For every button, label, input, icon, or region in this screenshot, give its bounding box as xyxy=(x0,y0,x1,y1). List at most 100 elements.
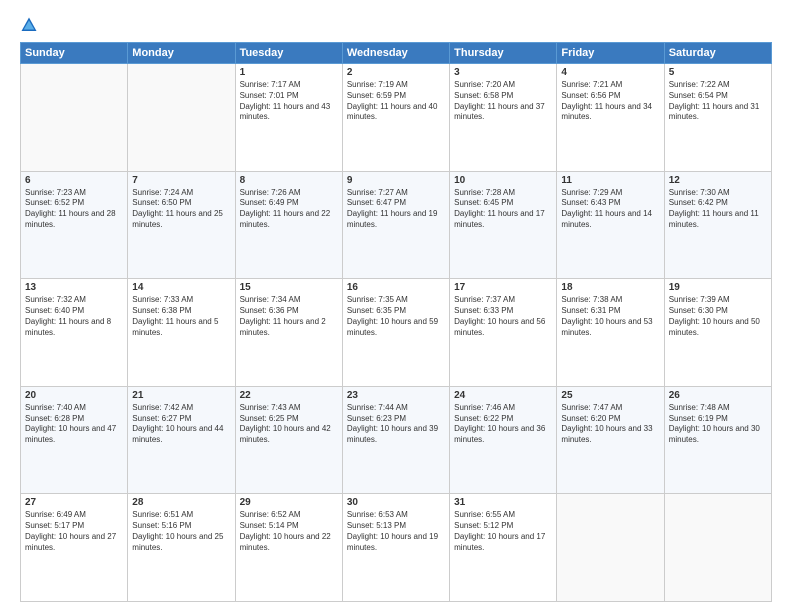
calendar-cell: 10Sunrise: 7:28 AM Sunset: 6:45 PM Dayli… xyxy=(450,171,557,279)
cell-content: Sunrise: 7:33 AM Sunset: 6:38 PM Dayligh… xyxy=(132,295,230,338)
cell-content: Sunrise: 7:35 AM Sunset: 6:35 PM Dayligh… xyxy=(347,295,445,338)
calendar-cell: 24 Sunrise: 7:46 AM Sunset: 6:22 PM Dayli… xyxy=(450,386,557,494)
calendar-cell: 21 Sunrise: 7:42 AM Sunset: 6:27 PM Dayli… xyxy=(128,386,235,494)
calendar-cell: 2 Sunrise: 7:19 AM Sunset: 6:59 PM Daylig… xyxy=(342,64,449,172)
day-number: 29 xyxy=(240,497,338,508)
calendar-cell: 13Sunrise: 7:32 AM Sunset: 6:40 PM Dayli… xyxy=(21,279,128,387)
cell-content: Sunrise: 7:20 AM Sunset: 6:58 PM Dayligh… xyxy=(454,80,552,123)
day-number: 26 xyxy=(669,390,767,401)
cell-content: Sunrise: 7:22 AM Sunset: 6:54 PM Dayligh… xyxy=(669,80,767,123)
calendar-cell: 18 Sunrise: 7:38 AM Sunset: 6:31 PM Dayli… xyxy=(557,279,664,387)
calendar-cell xyxy=(21,64,128,172)
calendar-cell: 14 Sunrise: 7:33 AM Sunset: 6:38 PM Dayli… xyxy=(128,279,235,387)
calendar-cell xyxy=(664,494,771,602)
day-number: 23 xyxy=(347,390,445,401)
calendar-cell: 3 Sunrise: 7:20 AM Sunset: 6:58 PM Daylig… xyxy=(450,64,557,172)
cell-content: Sunrise: 7:40 AM Sunset: 6:28 PM Dayligh… xyxy=(25,403,123,446)
calendar-week-row: 1Sunrise: 7:17 AM Sunset: 7:01 PM Daylig… xyxy=(21,64,772,172)
calendar-week-row: 6 Sunrise: 7:23 AM Sunset: 6:52 PM Daylig… xyxy=(21,171,772,279)
day-number: 30 xyxy=(347,497,445,508)
calendar-cell: 8Sunrise: 7:26 AM Sunset: 6:49 PM Daylig… xyxy=(235,171,342,279)
day-number: 3 xyxy=(454,67,552,78)
calendar-table: SundayMondayTuesdayWednesdayThursdayFrid… xyxy=(20,42,772,602)
cell-content: Sunrise: 6:53 AM Sunset: 5:13 PM Dayligh… xyxy=(347,510,445,553)
weekday-header: Sunday xyxy=(21,43,128,64)
calendar-header-row: SundayMondayTuesdayWednesdayThursdayFrid… xyxy=(21,43,772,64)
day-number: 6 xyxy=(25,175,123,186)
calendar-cell: 6 Sunrise: 7:23 AM Sunset: 6:52 PM Daylig… xyxy=(21,171,128,279)
calendar-cell xyxy=(557,494,664,602)
calendar-cell: 4 Sunrise: 7:21 AM Sunset: 6:56 PM Daylig… xyxy=(557,64,664,172)
cell-content: Sunrise: 6:49 AM Sunset: 5:17 PM Dayligh… xyxy=(25,510,123,553)
cell-content: Sunrise: 7:43 AM Sunset: 6:25 PM Dayligh… xyxy=(240,403,338,446)
day-number: 21 xyxy=(132,390,230,401)
cell-content: Sunrise: 7:30 AM Sunset: 6:42 PM Dayligh… xyxy=(669,188,767,231)
calendar-cell: 17Sunrise: 7:37 AM Sunset: 6:33 PM Dayli… xyxy=(450,279,557,387)
day-number: 8 xyxy=(240,175,338,186)
calendar-cell: 26 Sunrise: 7:48 AM Sunset: 6:19 PM Dayli… xyxy=(664,386,771,494)
calendar-cell: 1Sunrise: 7:17 AM Sunset: 7:01 PM Daylig… xyxy=(235,64,342,172)
weekday-header: Thursday xyxy=(450,43,557,64)
day-number: 14 xyxy=(132,282,230,293)
logo xyxy=(20,16,42,34)
weekday-header: Friday xyxy=(557,43,664,64)
calendar-cell: 29 Sunrise: 6:52 AM Sunset: 5:14 PM Dayli… xyxy=(235,494,342,602)
day-number: 22 xyxy=(240,390,338,401)
cell-content: Sunrise: 7:47 AM Sunset: 6:20 PM Dayligh… xyxy=(561,403,659,446)
day-number: 12 xyxy=(669,175,767,186)
day-number: 27 xyxy=(25,497,123,508)
cell-content: Sunrise: 7:27 AM Sunset: 6:47 PM Dayligh… xyxy=(347,188,445,231)
calendar-cell: 22 Sunrise: 7:43 AM Sunset: 6:25 PM Dayli… xyxy=(235,386,342,494)
day-number: 20 xyxy=(25,390,123,401)
calendar-cell: 28Sunrise: 6:51 AM Sunset: 5:16 PM Dayli… xyxy=(128,494,235,602)
cell-content: Sunrise: 7:21 AM Sunset: 6:56 PM Dayligh… xyxy=(561,80,659,123)
page: SundayMondayTuesdayWednesdayThursdayFrid… xyxy=(0,0,792,612)
calendar-cell: 25 Sunrise: 7:47 AM Sunset: 6:20 PM Dayli… xyxy=(557,386,664,494)
calendar-cell: 11 Sunrise: 7:29 AM Sunset: 6:43 PM Dayli… xyxy=(557,171,664,279)
cell-content: Sunrise: 6:52 AM Sunset: 5:14 PM Dayligh… xyxy=(240,510,338,553)
calendar-cell: 19 Sunrise: 7:39 AM Sunset: 6:30 PM Dayli… xyxy=(664,279,771,387)
day-number: 15 xyxy=(240,282,338,293)
day-number: 5 xyxy=(669,67,767,78)
cell-content: Sunrise: 7:42 AM Sunset: 6:27 PM Dayligh… xyxy=(132,403,230,446)
header xyxy=(20,16,772,34)
cell-content: Sunrise: 6:55 AM Sunset: 5:12 PM Dayligh… xyxy=(454,510,552,553)
day-number: 13 xyxy=(25,282,123,293)
calendar-cell: 9Sunrise: 7:27 AM Sunset: 6:47 PM Daylig… xyxy=(342,171,449,279)
calendar-cell: 30 Sunrise: 6:53 AM Sunset: 5:13 PM Dayli… xyxy=(342,494,449,602)
day-number: 11 xyxy=(561,175,659,186)
logo-icon xyxy=(20,16,38,34)
day-number: 4 xyxy=(561,67,659,78)
calendar-cell: 20 Sunrise: 7:40 AM Sunset: 6:28 PM Dayli… xyxy=(21,386,128,494)
day-number: 19 xyxy=(669,282,767,293)
calendar-cell: 27 Sunrise: 6:49 AM Sunset: 5:17 PM Dayli… xyxy=(21,494,128,602)
calendar-week-row: 13Sunrise: 7:32 AM Sunset: 6:40 PM Dayli… xyxy=(21,279,772,387)
cell-content: Sunrise: 6:51 AM Sunset: 5:16 PM Dayligh… xyxy=(132,510,230,553)
cell-content: Sunrise: 7:19 AM Sunset: 6:59 PM Dayligh… xyxy=(347,80,445,123)
cell-content: Sunrise: 7:24 AM Sunset: 6:50 PM Dayligh… xyxy=(132,188,230,231)
cell-content: Sunrise: 7:39 AM Sunset: 6:30 PM Dayligh… xyxy=(669,295,767,338)
cell-content: Sunrise: 7:46 AM Sunset: 6:22 PM Dayligh… xyxy=(454,403,552,446)
cell-content: Sunrise: 7:37 AM Sunset: 6:33 PM Dayligh… xyxy=(454,295,552,338)
day-number: 2 xyxy=(347,67,445,78)
day-number: 7 xyxy=(132,175,230,186)
cell-content: Sunrise: 7:44 AM Sunset: 6:23 PM Dayligh… xyxy=(347,403,445,446)
day-number: 18 xyxy=(561,282,659,293)
day-number: 24 xyxy=(454,390,552,401)
cell-content: Sunrise: 7:23 AM Sunset: 6:52 PM Dayligh… xyxy=(25,188,123,231)
calendar-cell xyxy=(128,64,235,172)
day-number: 16 xyxy=(347,282,445,293)
day-number: 1 xyxy=(240,67,338,78)
day-number: 31 xyxy=(454,497,552,508)
calendar-week-row: 20 Sunrise: 7:40 AM Sunset: 6:28 PM Dayli… xyxy=(21,386,772,494)
cell-content: Sunrise: 7:38 AM Sunset: 6:31 PM Dayligh… xyxy=(561,295,659,338)
cell-content: Sunrise: 7:34 AM Sunset: 6:36 PM Dayligh… xyxy=(240,295,338,338)
calendar-cell: 12 Sunrise: 7:30 AM Sunset: 6:42 PM Dayli… xyxy=(664,171,771,279)
calendar-cell: 15 Sunrise: 7:34 AM Sunset: 6:36 PM Dayli… xyxy=(235,279,342,387)
cell-content: Sunrise: 7:48 AM Sunset: 6:19 PM Dayligh… xyxy=(669,403,767,446)
cell-content: Sunrise: 7:29 AM Sunset: 6:43 PM Dayligh… xyxy=(561,188,659,231)
calendar-cell: 31 Sunrise: 6:55 AM Sunset: 5:12 PM Dayli… xyxy=(450,494,557,602)
calendar-cell: 16 Sunrise: 7:35 AM Sunset: 6:35 PM Dayli… xyxy=(342,279,449,387)
cell-content: Sunrise: 7:28 AM Sunset: 6:45 PM Dayligh… xyxy=(454,188,552,231)
day-number: 25 xyxy=(561,390,659,401)
